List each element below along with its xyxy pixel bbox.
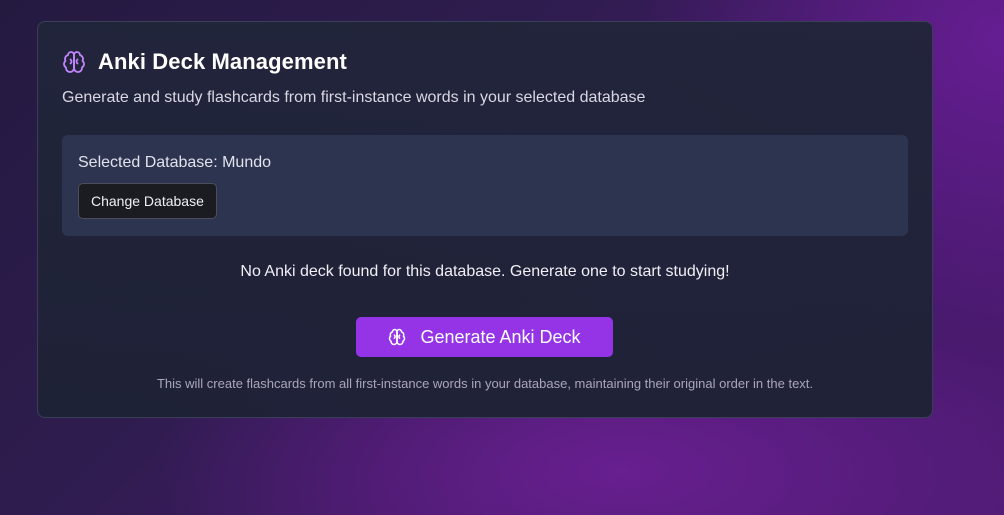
selected-database-label: Selected Database: Mundo <box>78 154 272 171</box>
generate-button-label: Generate Anki Deck <box>420 326 581 347</box>
anki-deck-card: Anki Deck Management Generate and study … <box>37 21 933 418</box>
change-database-button[interactable]: Change Database <box>78 183 217 219</box>
page-title: Anki Deck Management <box>98 49 347 74</box>
page-subtitle: Generate and study flashcards from first… <box>62 89 646 106</box>
no-deck-message: No Anki deck found for this database. Ge… <box>240 263 730 280</box>
brain-icon <box>62 50 86 74</box>
database-panel: Selected Database: Mundo Change Database <box>62 135 908 236</box>
generate-note: This will create flashcards from all fir… <box>156 376 814 391</box>
card-header: Anki Deck Management <box>62 49 347 75</box>
brain-icon <box>388 328 406 346</box>
generate-anki-deck-button[interactable]: Generate Anki Deck <box>356 317 613 357</box>
